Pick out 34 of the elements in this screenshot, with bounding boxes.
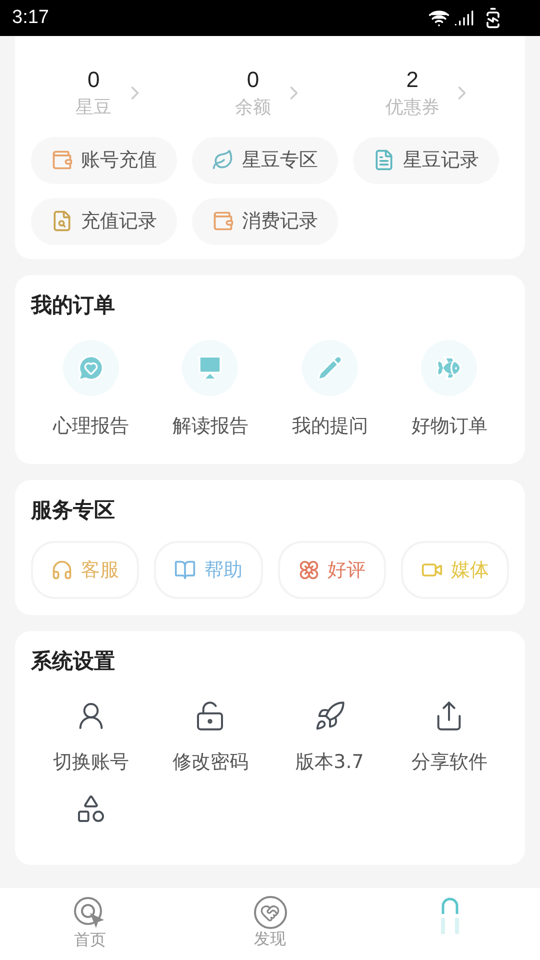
section-title: 服务专区 — [31, 500, 116, 521]
section-title: 我的订单 — [31, 294, 116, 316]
action-chip[interactable]: 消费记录 — [192, 198, 338, 244]
stat-link[interactable]: 2 优惠券 — [350, 66, 509, 120]
order-label: 解读报告 — [172, 414, 248, 438]
order-item[interactable]: 我的提问 — [270, 340, 390, 440]
stat-label: 余额 — [234, 96, 271, 120]
order-label: 好物订单 — [411, 414, 488, 438]
order-label: 心理报告 — [52, 414, 129, 438]
setting-label: 版本3.7 — [296, 750, 364, 775]
stat-link[interactable]: 0 余额 — [190, 66, 350, 120]
order-label: 我的提问 — [292, 414, 368, 438]
section-title: 系统设置 — [31, 651, 116, 672]
setting-label: 分享软件 — [411, 750, 488, 775]
action-chip[interactable]: 充值记录 — [31, 198, 177, 244]
action-chip[interactable]: 星豆专区 — [192, 136, 338, 184]
stat-value: 2 — [406, 66, 418, 94]
setting-label: 修改密码 — [172, 750, 248, 775]
stat-value: 0 — [88, 66, 100, 94]
setting-label: 切换账号 — [52, 750, 129, 775]
action-chip[interactable]: 星豆记录 — [353, 136, 499, 184]
stat-value: 0 — [246, 66, 260, 94]
action-chip[interactable]: 账号充值 — [31, 136, 177, 184]
stat-label: 优惠券 — [385, 96, 440, 120]
order-item[interactable]: 好物订单 — [390, 340, 509, 440]
order-item[interactable]: 心理报告 — [31, 340, 150, 440]
setting-item[interactable]: 修改密码 — [150, 700, 270, 776]
setting-item[interactable]: 切换账号 — [31, 700, 150, 776]
setting-item[interactable]: 分享软件 — [390, 700, 509, 776]
order-item[interactable]: 解读报告 — [150, 340, 270, 440]
status-time: 3:17 — [12, 6, 49, 30]
stat-label: 星豆 — [76, 96, 112, 120]
setting-item[interactable]: 版本3.7 — [270, 700, 390, 776]
stat-link[interactable]: 0 星豆 — [31, 66, 190, 120]
